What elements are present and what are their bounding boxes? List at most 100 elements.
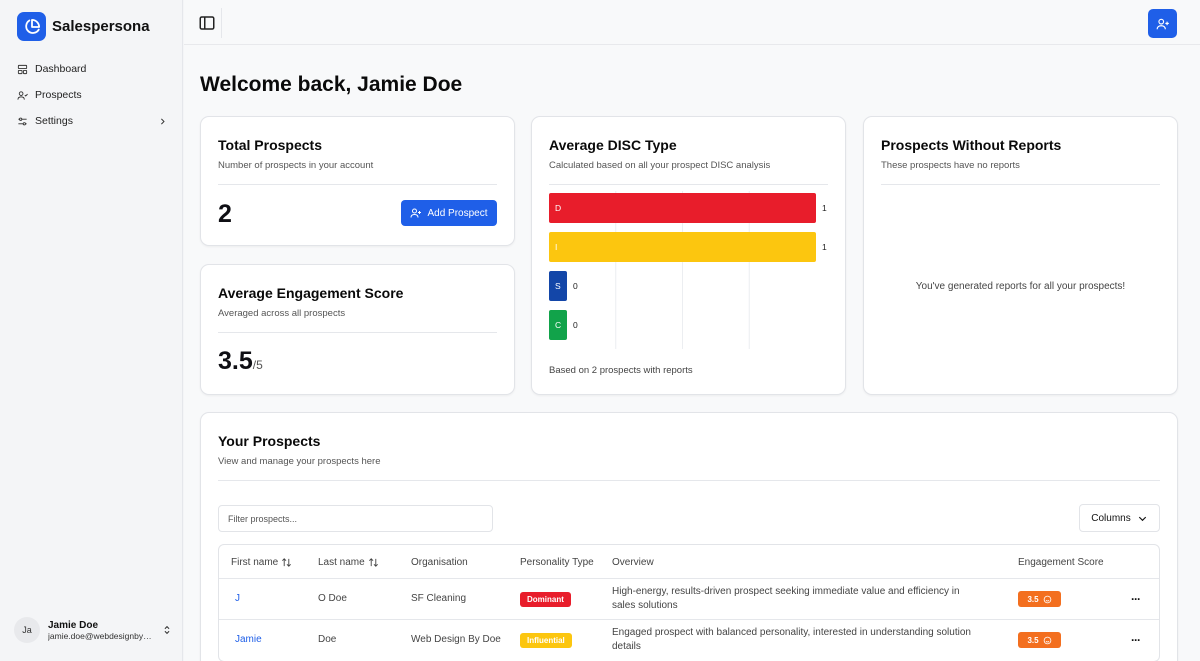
brand-name: Salespersona: [52, 18, 150, 35]
header-last-name[interactable]: Last name: [318, 557, 379, 568]
total-prospects-card: Total Prospects Number of prospects in y…: [200, 116, 515, 246]
sidebar-toggle-icon[interactable]: [198, 14, 216, 32]
card-title: Average DISC Type: [549, 137, 677, 153]
score-number: 3.5: [218, 347, 253, 375]
bar-category-label: I: [555, 242, 557, 252]
chevrons-up-down-icon: [164, 625, 170, 635]
user-plus-icon: [1156, 18, 1169, 29]
engagement-score-badge: 3.5: [1018, 591, 1061, 607]
disc-bar-chart: D 1 I 1 S 0 C 0: [549, 191, 827, 349]
sidebar-item-label: Prospects: [35, 89, 82, 101]
personality-badge: Dominant: [520, 592, 571, 607]
settings-sliders-icon: [18, 117, 27, 125]
add-prospect-button[interactable]: Add Prospect: [401, 200, 497, 226]
row-actions-button[interactable]: ···: [1131, 633, 1141, 647]
header-label: Last name: [318, 557, 365, 568]
bar-value-label: 0: [573, 281, 578, 291]
add-user-button[interactable]: [1148, 9, 1177, 38]
dashboard-icon: [17, 64, 28, 74]
bar-category-label: S: [555, 281, 561, 291]
total-prospects-value: 2: [218, 200, 232, 228]
row-actions-button[interactable]: ···: [1131, 592, 1141, 606]
disc-card: Average DISC Type Calculated based on al…: [531, 116, 846, 395]
chart-footer: Based on 2 prospects with reports: [549, 365, 693, 376]
personality-badge: Influential: [520, 633, 572, 648]
header-engagement-score: Engagement Score: [1018, 557, 1104, 568]
sidebar-item-label: Settings: [35, 115, 73, 127]
header-label: First name: [231, 557, 279, 568]
smile-icon: [1043, 595, 1051, 603]
card-subtitle: View and manage your prospects here: [218, 456, 381, 467]
table-row[interactable]: Jamie Doe Web Design By Doe Influential …: [219, 620, 1159, 661]
bar-value-label: 1: [822, 242, 827, 252]
add-prospect-label: Add Prospect: [427, 207, 488, 219]
page-title: Welcome back, Jamie Doe: [200, 73, 463, 96]
topbar: [184, 0, 1200, 45]
bar-category-label: D: [555, 203, 561, 213]
sidebar-item-label: Dashboard: [35, 63, 87, 75]
columns-button[interactable]: Columns: [1079, 504, 1160, 532]
engagement-card: Average Engagement Score Averaged across…: [200, 264, 515, 395]
columns-label: Columns: [1091, 512, 1131, 524]
sidebar-item-settings[interactable]: Settings: [11, 108, 171, 134]
sidebar-item-dashboard[interactable]: Dashboard: [11, 56, 171, 82]
engagement-score-badge: 3.5: [1018, 632, 1061, 648]
bar-value-label: 1: [822, 203, 827, 213]
sidebar-item-prospects[interactable]: Prospects: [11, 82, 171, 108]
divider: [218, 184, 497, 185]
card-subtitle: Calculated based on all your prospect DI…: [549, 160, 771, 171]
header-first-name[interactable]: First name: [231, 557, 292, 568]
main-content: Welcome back, Jamie Doe Total Prospects …: [184, 0, 1200, 661]
empty-message: You've generated reports for all your pr…: [915, 281, 1126, 292]
divider: [221, 8, 222, 38]
smile-icon: [1043, 636, 1051, 644]
user-name: Jamie Doe: [48, 619, 99, 631]
table-header: First name Last name Organisation Person…: [219, 545, 1159, 579]
score-value: 3.5: [1027, 594, 1039, 604]
overview-cell: High-energy, results-driven prospect see…: [612, 586, 960, 611]
divider: [549, 184, 828, 185]
card-title: Prospects Without Reports: [881, 137, 1062, 153]
last-name-cell: O Doe: [318, 593, 347, 604]
table-row[interactable]: J O Doe SF Cleaning Dominant High-energy…: [219, 579, 1159, 620]
brand[interactable]: Salespersona: [17, 12, 150, 41]
chevron-right-icon: [161, 118, 165, 124]
bar-d: [549, 193, 816, 223]
card-title: Total Prospects: [218, 137, 322, 153]
first-name-link[interactable]: Jamie: [235, 634, 262, 645]
user-menu[interactable]: Ja Jamie Doe jamie.doe@webdesignbydoe.co…: [14, 617, 172, 643]
bar-i: [549, 232, 816, 262]
bar-value-label: 0: [573, 320, 578, 330]
divider: [218, 332, 497, 333]
user-plus-icon: [410, 208, 422, 218]
sidebar: Salespersona Dashboard Prospects Setting…: [0, 0, 183, 661]
sort-icon: [282, 558, 292, 567]
card-subtitle: Number of prospects in your account: [218, 160, 374, 171]
divider: [881, 184, 1160, 185]
score-value: 3.5: [1027, 635, 1039, 645]
overview-cell: Engaged prospect with balanced personali…: [612, 627, 971, 652]
sort-icon: [368, 558, 378, 567]
last-name-cell: Doe: [318, 634, 337, 645]
divider: [218, 480, 1160, 481]
header-organisation: Organisation: [411, 557, 468, 568]
header-personality-type: Personality Type: [520, 557, 594, 568]
prospects-card: Your Prospects View and manage your pros…: [200, 412, 1178, 661]
card-title: Your Prospects: [218, 433, 321, 449]
card-subtitle: These prospects have no reports: [881, 160, 1020, 171]
prospects-table: First name Last name Organisation Person…: [218, 544, 1160, 661]
score-denominator: /5: [252, 358, 263, 372]
user-email: jamie.doe@webdesignbydoe.com: [48, 630, 152, 641]
bar-category-label: C: [555, 320, 561, 330]
users-icon: [17, 90, 28, 100]
filter-prospects-input[interactable]: [218, 505, 493, 532]
header-overview: Overview: [612, 557, 654, 568]
first-name-link[interactable]: J: [235, 593, 240, 604]
engagement-score-value: 3.5/5: [218, 347, 263, 376]
pie-chart-logo-icon: [17, 12, 46, 41]
organisation-cell: Web Design By Doe: [411, 634, 501, 645]
sidebar-nav: Dashboard Prospects Settings: [11, 56, 171, 134]
card-subtitle: Averaged across all prospects: [218, 308, 346, 319]
organisation-cell: SF Cleaning: [411, 593, 467, 604]
no-reports-card: Prospects Without Reports These prospect…: [863, 116, 1178, 395]
